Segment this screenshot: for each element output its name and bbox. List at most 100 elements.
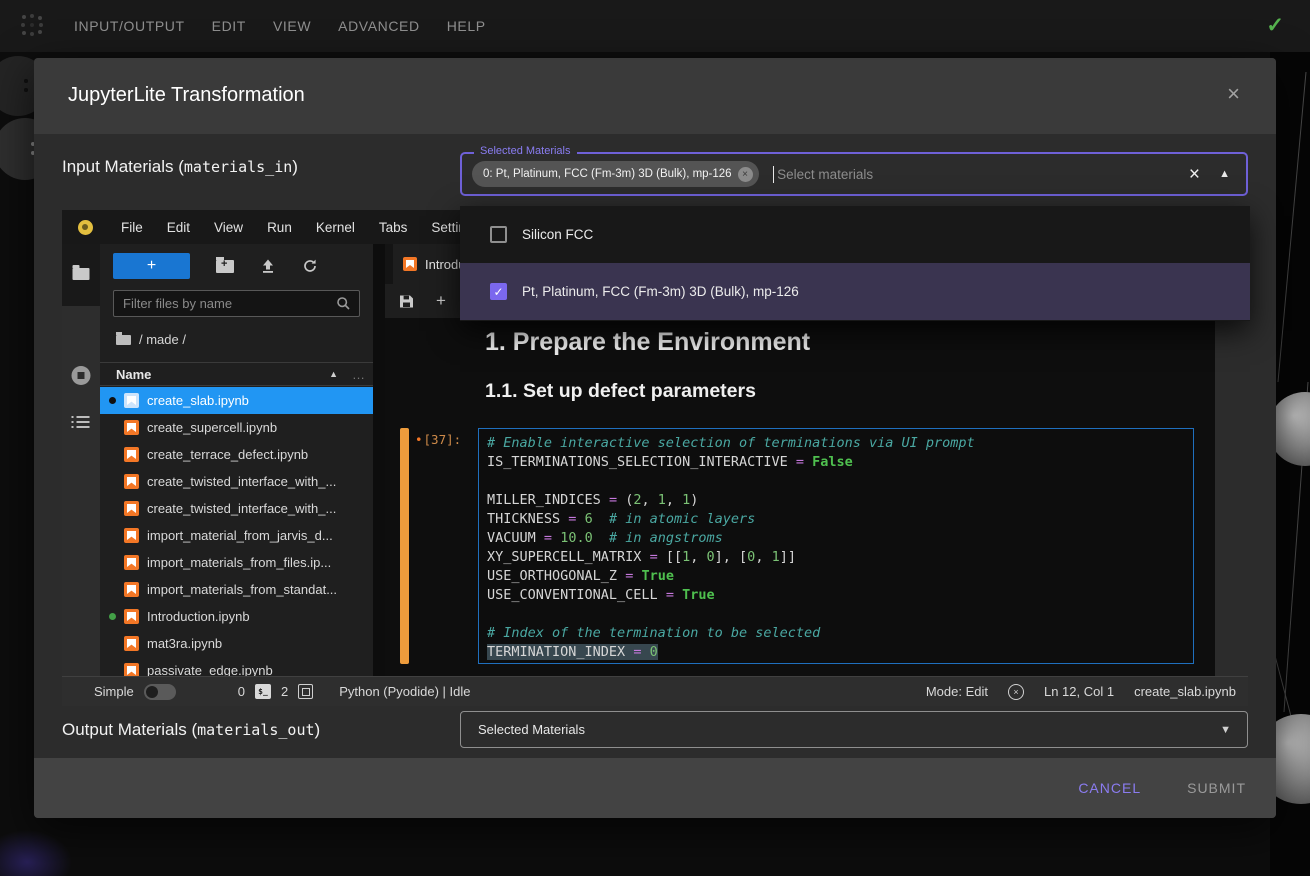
jupyter-menu-tabs[interactable]: Tabs [367, 220, 420, 235]
dropdown-option[interactable]: Silicon FCC [460, 206, 1250, 263]
app-menu-item-advanced[interactable]: ADVANCED [338, 18, 420, 34]
code-line: TERMINATION_INDEX = 0 [487, 643, 1185, 662]
dropdown-option-label: Pt, Platinum, FCC (Fm-3m) 3D (Bulk), mp-… [522, 284, 799, 299]
file-browser-icon[interactable] [73, 268, 90, 280]
not-trusted-icon[interactable]: × [1008, 684, 1024, 700]
jupyter-menus: FileEditViewRunKernelTabsSettings [109, 220, 492, 235]
active-file-name[interactable]: create_slab.ipynb [1134, 684, 1236, 699]
unsaved-changes-indicator [109, 397, 116, 404]
cursor-position[interactable]: Ln 12, Col 1 [1044, 684, 1114, 699]
clear-selection-icon[interactable]: × [1189, 164, 1200, 186]
cell-collapser-bar[interactable] [400, 428, 409, 664]
material-chip[interactable]: 0: Pt, Platinum, FCC (Fm-3m) 3D (Bulk), … [472, 161, 759, 187]
kernels-count[interactable]: 2 [281, 684, 288, 699]
selected-materials-field[interactable]: Selected Materials 0: Pt, Platinum, FCC … [460, 152, 1248, 196]
notebook-file-icon [124, 528, 139, 543]
code-line: # Enable interactive selection of termin… [487, 434, 1185, 453]
notebook-file-icon [124, 501, 139, 516]
app-menu-item-view[interactable]: VIEW [273, 18, 311, 34]
jupyter-menu-run[interactable]: Run [255, 220, 304, 235]
select-materials-placeholder[interactable]: Select materials [777, 167, 873, 182]
code-line [487, 472, 1185, 491]
file-row[interactable]: create_slab.ipynb [100, 387, 373, 414]
file-name: import_materials_from_files.ip... [147, 555, 331, 570]
app-menus: INPUT/OUTPUT EDIT VIEW ADVANCED HELP [74, 0, 486, 52]
code-line: XY_SUPERCELL_MATRIX = [[1, 0], [0, 1]] [487, 548, 1185, 567]
app-menu-item-help[interactable]: HELP [447, 18, 486, 34]
code-cell-editor[interactable]: # Enable interactive selection of termin… [478, 428, 1194, 664]
filter-files-input[interactable]: Filter files by name [113, 290, 360, 317]
jupyter-menu-file[interactable]: File [109, 220, 155, 235]
notebook-file-icon [124, 609, 139, 624]
chip-delete-icon[interactable]: × [738, 167, 753, 182]
more-options-icon[interactable]: … [352, 367, 365, 382]
simple-mode-label: Simple [94, 684, 134, 699]
new-launcher-button[interactable]: + [113, 253, 190, 279]
screen: INPUT/OUTPUT EDIT VIEW ADVANCED HELP ✓ Jupyt… [0, 0, 1310, 876]
dialog-footer: CANCEL SUBMIT [34, 758, 1276, 818]
file-list: create_slab.ipynbcreate_supercell.ipynbc… [100, 387, 373, 676]
mode-indicator[interactable]: Mode: Edit [926, 684, 988, 699]
breadcrumb[interactable]: / made / [116, 332, 186, 347]
jupyter-activity-bar [62, 244, 100, 676]
file-row[interactable]: create_supercell.ipynb [100, 414, 373, 441]
chevron-up-icon[interactable]: ▲ [1219, 168, 1230, 180]
output-materials-select[interactable]: Selected Materials ▼ [460, 711, 1248, 748]
kernel-chip-icon[interactable] [298, 684, 313, 699]
file-name: passivate_edge.ipynb [147, 663, 273, 676]
table-of-contents-icon[interactable] [77, 416, 90, 418]
file-list-header[interactable]: Name ▲ … [100, 362, 373, 386]
terminals-count[interactable]: 0 [238, 684, 245, 699]
checkbox-unchecked-icon[interactable] [490, 226, 507, 243]
filter-placeholder: Filter files by name [123, 296, 336, 311]
checkbox-checked-icon[interactable]: ✓ [490, 283, 507, 300]
jupyter-status-bar: Simple 0 $_ 2 Python (Pyodide) | Idle Mo… [62, 676, 1248, 706]
new-folder-icon[interactable] [216, 260, 234, 273]
status-right-group: Mode: Edit × Ln 12, Col 1 create_slab.ip… [926, 684, 1236, 700]
simple-mode-toggle[interactable] [144, 684, 176, 700]
jupyter-menu-view[interactable]: View [202, 220, 255, 235]
file-row[interactable]: mat3ra.ipynb [100, 630, 373, 657]
jupyter-menu-kernel[interactable]: Kernel [304, 220, 367, 235]
cancel-button[interactable]: CANCEL [1078, 780, 1141, 796]
kernel-status[interactable]: Python (Pyodide) | Idle [339, 684, 470, 699]
markdown-heading-1: 1. Prepare the Environment [485, 328, 810, 357]
sort-ascending-icon[interactable]: ▲ [329, 369, 338, 379]
jupyterlite-transformation-dialog: JupyterLite Transformation × Input Mater… [34, 58, 1276, 818]
file-name: create_twisted_interface_with_... [147, 501, 336, 516]
notebook-file-icon [124, 636, 139, 651]
file-row[interactable]: create_terrace_defect.ipynb [100, 441, 373, 468]
check-icon[interactable]: ✓ [1266, 13, 1284, 38]
output-materials-label: Output Materials (materials_out) [62, 720, 320, 740]
code-line: MILLER_INDICES = (2, 1, 1) [487, 491, 1185, 510]
cell-execution-prompt: •[37]: [415, 432, 461, 447]
close-icon[interactable]: × [1227, 83, 1240, 105]
notebook-icon [403, 257, 417, 271]
upload-icon[interactable] [260, 258, 276, 274]
file-row[interactable]: import_materials_from_files.ip... [100, 549, 373, 576]
file-name: create_slab.ipynb [147, 393, 249, 408]
file-row[interactable]: create_twisted_interface_with_... [100, 468, 373, 495]
file-row[interactable]: import_materials_from_standat... [100, 576, 373, 603]
file-row[interactable]: Introduction.ipynb [100, 603, 373, 630]
file-row[interactable]: passivate_edge.ipynb [100, 657, 373, 676]
app-menu-item-inputoutput[interactable]: INPUT/OUTPUT [74, 18, 185, 34]
lightbulb-icon[interactable] [78, 220, 93, 235]
refresh-icon[interactable] [302, 258, 318, 274]
add-cell-icon[interactable]: + [436, 291, 446, 311]
app-menu-item-edit[interactable]: EDIT [212, 18, 246, 34]
running-kernels-icon[interactable] [72, 366, 91, 385]
file-row[interactable]: create_twisted_interface_with_... [100, 495, 373, 522]
terminal-icon[interactable]: $_ [255, 684, 271, 699]
chevron-down-icon: ▼ [1220, 724, 1231, 736]
file-name: import_material_from_jarvis_d... [147, 528, 333, 543]
save-icon[interactable] [399, 294, 414, 309]
material-chip-label: 0: Pt, Platinum, FCC (Fm-3m) 3D (Bulk), … [483, 168, 732, 180]
notebook-content[interactable]: 1. Prepare the Environment 1.1. Set up d… [385, 318, 1215, 676]
code-line [487, 605, 1185, 624]
dropdown-option[interactable]: ✓ Pt, Platinum, FCC (Fm-3m) 3D (Bulk), mp… [460, 263, 1250, 320]
jupyter-menu-edit[interactable]: Edit [155, 220, 202, 235]
submit-button[interactable]: SUBMIT [1187, 780, 1246, 796]
label-text: ) [315, 720, 321, 739]
file-row[interactable]: import_material_from_jarvis_d... [100, 522, 373, 549]
